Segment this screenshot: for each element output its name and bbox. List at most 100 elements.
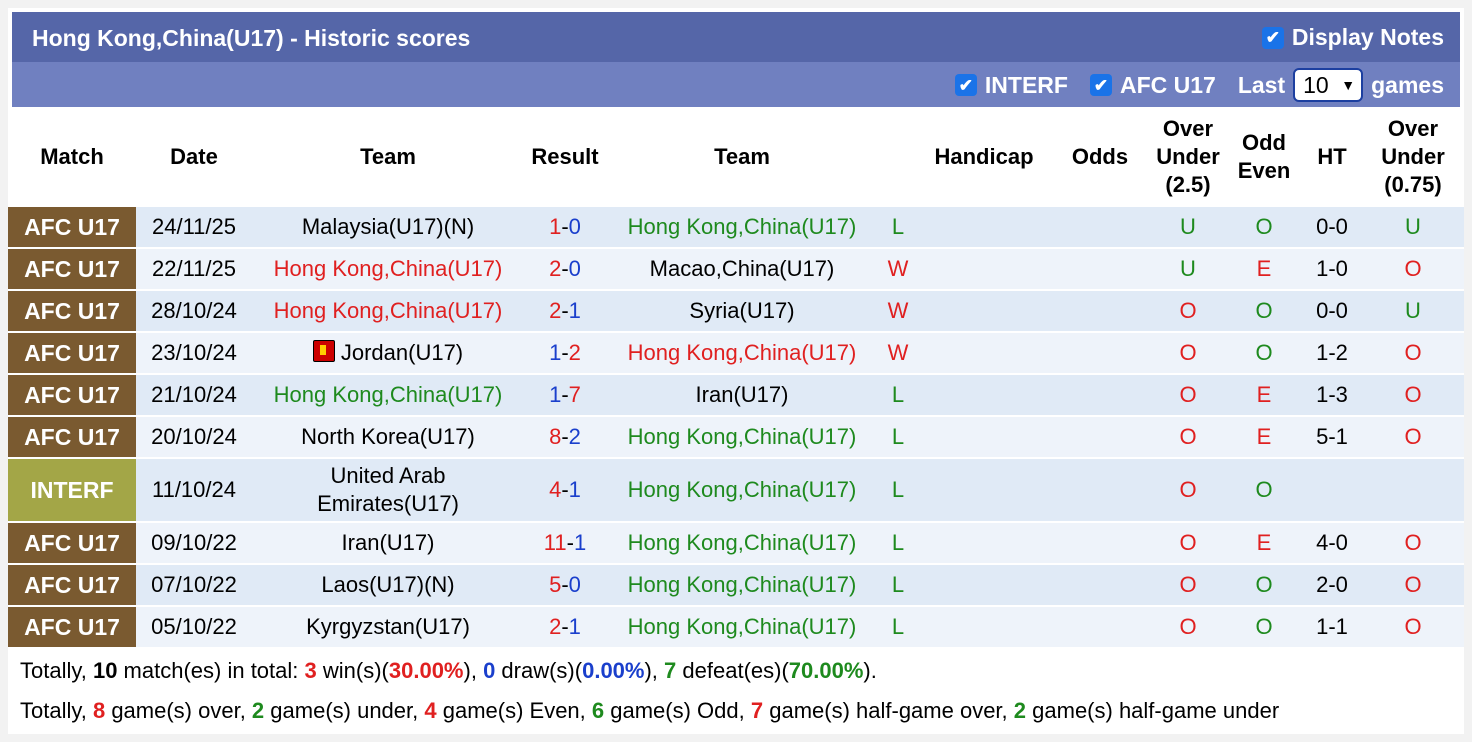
home-team[interactable]: United Arab Emirates(U17) [252,459,524,521]
away-team[interactable]: Hong Kong,China(U17) [606,459,878,521]
interf-checkbox-icon[interactable]: ✔ [954,74,977,96]
odds-value [1050,375,1150,415]
match-result[interactable]: 11-1 [524,523,606,563]
display-notes-toggle[interactable]: ✔ Display Notes [1261,24,1444,51]
home-team[interactable]: North Korea(U17) [252,417,524,457]
win-loss: L [878,565,918,605]
table-row[interactable]: INTERF 11/10/24 United Arab Emirates(U17) 4-… [8,459,1464,521]
league-badge[interactable]: AFC U17 [8,291,136,331]
half-time-score: 0-0 [1302,207,1362,247]
afc-filter-label: AFC U17 [1119,71,1216,98]
historic-scores-panel: Hong Kong,China(U17) - Historic scores ✔… [8,8,1464,734]
last-games-select[interactable]: 10 ▼ [1293,68,1364,102]
home-team[interactable]: Iran(U17) [252,523,524,563]
table-row[interactable]: AFC U17 22/11/25 Hong Kong,China(U17) 2-0 Ma… [8,249,1464,289]
odd-even-value: O [1226,207,1302,247]
away-team[interactable]: Macao,China(U17) [606,249,878,289]
interf-filter-label: INTERF [984,71,1068,98]
over-under-value: O [1150,459,1226,521]
away-team[interactable]: Hong Kong,China(U17) [606,523,878,563]
away-team[interactable]: Hong Kong,China(U17) [606,607,878,647]
league-badge[interactable]: AFC U17 [8,565,136,605]
league-badge[interactable]: AFC U17 [8,333,136,373]
table-row[interactable]: AFC U17 21/10/24 Hong Kong,China(U17) 1-7 Ir… [8,375,1464,415]
match-result[interactable]: 2-0 [524,249,606,289]
table-row[interactable]: AFC U17 20/10/24 North Korea(U17) 8-2 Hong K… [8,417,1464,457]
over-under-half-value: O [1362,375,1464,415]
odd-even-value: E [1226,249,1302,289]
match-date: 11/10/24 [136,459,252,521]
table-header-row: Match Date Team Result Team Handicap Odd… [8,109,1464,205]
away-team[interactable]: Hong Kong,China(U17) [606,565,878,605]
handicap-value [918,333,1050,373]
match-result[interactable]: 4-1 [524,459,606,521]
league-badge[interactable]: AFC U17 [8,249,136,289]
afc-checkbox-icon[interactable]: ✔ [1089,74,1112,96]
win-loss: L [878,375,918,415]
odds-value [1050,207,1150,247]
summary-under: 2 [251,698,265,723]
odd-even-value: O [1226,459,1302,521]
home-team[interactable]: Laos(U17)(N) [252,565,524,605]
summary-win-pct: 30.00% [388,658,464,683]
match-result[interactable]: 1-2 [524,333,606,373]
odd-even-value: O [1226,291,1302,331]
match-date: 21/10/24 [136,375,252,415]
odds-value [1050,607,1150,647]
col-over-under: Over Under (2.5) [1150,109,1226,205]
league-badge[interactable]: AFC U17 [8,375,136,415]
table-row[interactable]: AFC U17 09/10/22 Iran(U17) 11-1 Hong Kong,Ch… [8,523,1464,563]
odds-value [1050,459,1150,521]
col-odds: Odds [1050,109,1150,205]
odds-value [1050,291,1150,331]
away-team[interactable]: Hong Kong,China(U17) [606,207,878,247]
over-under-half-value: O [1362,333,1464,373]
match-result[interactable]: 2-1 [524,291,606,331]
handicap-value [918,523,1050,563]
col-odd-even: Odd Even [1226,109,1302,205]
away-team[interactable]: Syria(U17) [606,291,878,331]
home-team[interactable]: Hong Kong,China(U17) [252,291,524,331]
over-under-value: O [1150,375,1226,415]
league-badge[interactable]: AFC U17 [8,417,136,457]
match-result[interactable]: 5-0 [524,565,606,605]
home-team[interactable]: Hong Kong,China(U17) [252,375,524,415]
odd-even-value: E [1226,375,1302,415]
home-team[interactable]: Kyrgyzstan(U17) [252,607,524,647]
table-row[interactable]: AFC U17 23/10/24 Jordan(U17) 1-2 Hong Kong,C… [8,333,1464,373]
home-team[interactable]: Hong Kong,China(U17) [252,249,524,289]
games-label: games [1371,71,1444,98]
over-under-half-value: U [1362,291,1464,331]
summary-results: Totally, 10 match(es) in total: 3 win(s)… [20,658,877,683]
display-notes-label: Display Notes [1291,24,1444,50]
match-result[interactable]: 2-1 [524,607,606,647]
table-row[interactable]: AFC U17 07/10/22 Laos(U17)(N) 5-0 Hong Kong,… [8,565,1464,605]
home-team[interactable]: Malaysia(U17)(N) [252,207,524,247]
home-team[interactable]: Jordan(U17) [252,333,524,373]
away-team[interactable]: Hong Kong,China(U17) [606,417,878,457]
half-time-score: 0-0 [1302,291,1362,331]
summary-total: 10 [92,658,118,683]
match-result[interactable]: 1-7 [524,375,606,415]
table-row[interactable]: AFC U17 05/10/22 Kyrgyzstan(U17) 2-1 Hong Ko… [8,607,1464,647]
summary-hg-over: 7 [750,698,764,723]
odd-even-value: O [1226,333,1302,373]
league-badge[interactable]: AFC U17 [8,207,136,247]
display-notes-checkbox-icon[interactable]: ✔ [1261,26,1284,49]
league-badge[interactable]: AFC U17 [8,523,136,563]
over-under-value: O [1150,565,1226,605]
over-under-half-value: O [1362,249,1464,289]
odds-value [1050,333,1150,373]
match-date: 23/10/24 [136,333,252,373]
away-team[interactable]: Hong Kong,China(U17) [606,333,878,373]
match-result[interactable]: 8-2 [524,417,606,457]
over-under-value: O [1150,607,1226,647]
table-row[interactable]: AFC U17 24/11/25 Malaysia(U17)(N) 1-0 Hong K… [8,207,1464,247]
match-result[interactable]: 1-0 [524,207,606,247]
table-row[interactable]: AFC U17 28/10/24 Hong Kong,China(U17) 2-1 Sy… [8,291,1464,331]
league-badge[interactable]: INTERF [8,459,136,521]
handicap-value [918,565,1050,605]
away-team[interactable]: Iran(U17) [606,375,878,415]
league-badge[interactable]: AFC U17 [8,607,136,647]
over-under-value: O [1150,417,1226,457]
